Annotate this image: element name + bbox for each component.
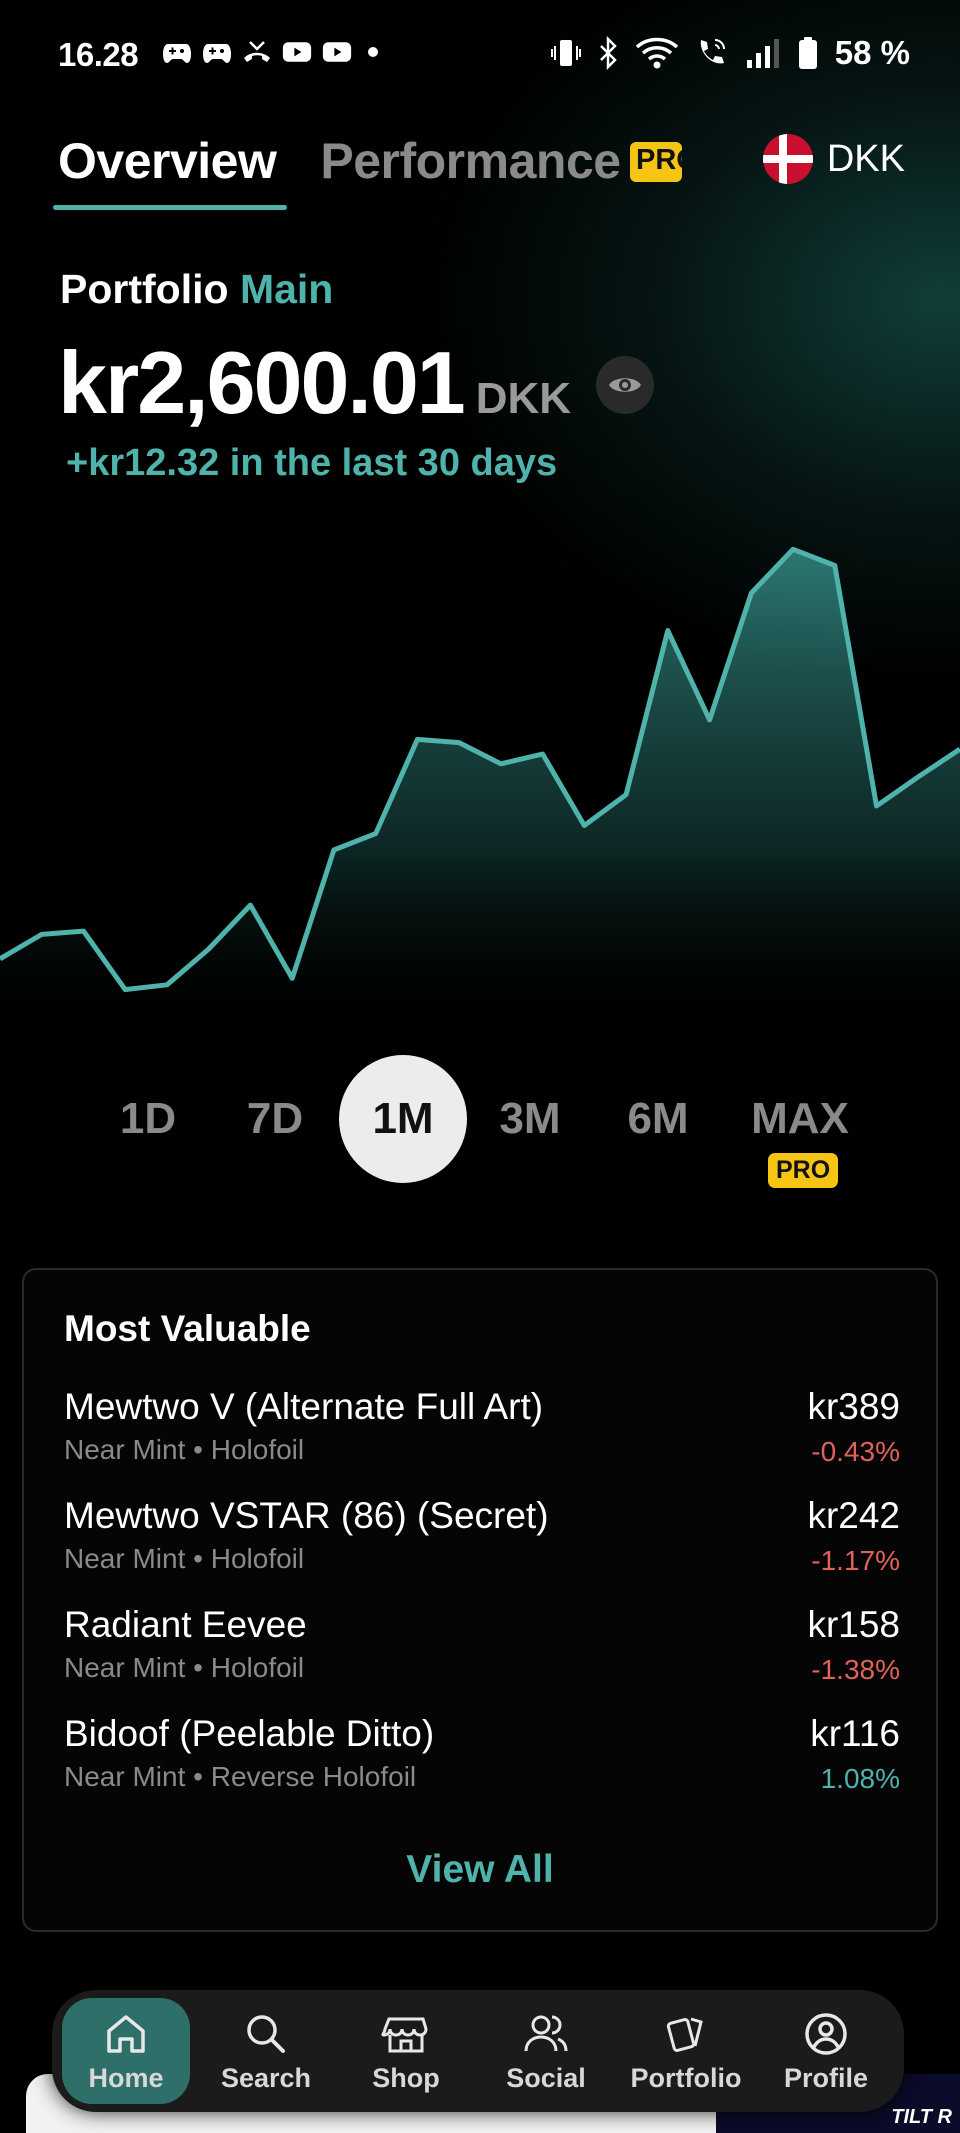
tab-overview[interactable]: Overview xyxy=(58,132,277,190)
status-bar: 16.28 58 % xyxy=(0,0,960,110)
item-condition: Near Mint • Holofoil xyxy=(64,1652,305,1683)
item-price: kr389 xyxy=(807,1386,900,1427)
battery-icon xyxy=(798,37,817,69)
item-name: Mewtwo VSTAR (86) (Secret) xyxy=(64,1495,549,1536)
nav-shop[interactable]: Shop xyxy=(342,1998,470,2104)
wifi-call-icon xyxy=(700,39,725,64)
item-name: Mewtwo V (Alternate Full Art) xyxy=(64,1386,544,1427)
item-price: kr242 xyxy=(807,1495,900,1536)
nav-social[interactable]: Social xyxy=(482,1998,610,2104)
view-all-link[interactable]: View All xyxy=(24,1848,936,1892)
signal-icon xyxy=(746,39,779,68)
store-icon xyxy=(381,2017,428,2052)
nav-label: Social xyxy=(506,2062,586,2093)
change-summary: +kr12.32 in the last 30 days xyxy=(66,442,558,484)
eye-icon xyxy=(609,378,641,392)
nav-home[interactable]: Home xyxy=(62,1998,190,2104)
range-7d-button[interactable]: 7D xyxy=(211,1055,339,1183)
item-condition: Near Mint • Reverse Holofoil xyxy=(64,1761,417,1792)
item-price: kr158 xyxy=(807,1604,900,1645)
currency-code: DKK xyxy=(826,137,905,180)
portfolio-name: Main xyxy=(239,266,334,312)
portfolio-chart[interactable] xyxy=(0,520,960,1040)
youtube-icon xyxy=(282,42,312,62)
portfolio-total: kr2,600.01 DKK xyxy=(58,332,571,434)
list-item[interactable]: Bidoof (Peelable Ditto) Near Mint • Reve… xyxy=(64,1713,900,1813)
nav-label: Portfolio xyxy=(630,2062,742,2093)
range-6m-button[interactable]: 6M xyxy=(594,1055,722,1183)
nav-label: Profile xyxy=(783,2062,869,2093)
gamepad-icon xyxy=(163,44,191,63)
active-tab-indicator xyxy=(53,205,287,210)
portfolio-title[interactable]: Portfolio Main xyxy=(60,266,333,313)
item-name: Radiant Eevee xyxy=(64,1604,307,1645)
missed-call-icon xyxy=(244,41,270,62)
toggle-visibility-button[interactable] xyxy=(596,356,654,414)
pro-badge: PRO xyxy=(630,142,682,182)
cards-icon xyxy=(666,2017,703,2052)
people-icon xyxy=(524,2015,568,2051)
total-unit: DKK xyxy=(475,374,572,423)
denmark-flag-icon xyxy=(762,134,813,184)
list-item[interactable]: Mewtwo VSTAR (86) (Secret) Near Mint • H… xyxy=(64,1495,900,1595)
ad-banner-text: TILT R xyxy=(891,2106,952,2128)
portfolio-label: Portfolio xyxy=(60,266,229,312)
item-change: 1.08% xyxy=(820,1763,900,1794)
nav-label: Shop xyxy=(372,2062,440,2093)
notification-icons xyxy=(162,38,378,66)
wifi-icon xyxy=(635,37,678,69)
system-icons: 58 % xyxy=(550,34,910,72)
most-valuable-card: Most Valuable Mewtwo V (Alternate Full A… xyxy=(22,1268,938,1932)
profile-icon xyxy=(805,2012,847,2055)
nav-profile[interactable]: Profile xyxy=(762,1998,890,2104)
currency-selector[interactable]: DKK xyxy=(762,134,905,184)
vibrate-icon xyxy=(550,40,581,66)
search-icon xyxy=(247,2014,285,2053)
nav-label: Search xyxy=(220,2062,312,2093)
item-name: Bidoof (Peelable Ditto) xyxy=(64,1713,435,1754)
card-title: Most Valuable xyxy=(64,1308,311,1349)
status-time: 16.28 xyxy=(58,36,139,73)
more-notifications-dot xyxy=(368,47,378,57)
list-item[interactable]: Mewtwo V (Alternate Full Art) Near Mint … xyxy=(64,1386,900,1486)
item-change: -1.17% xyxy=(811,1545,900,1576)
bottom-navigation: Home Search Shop Social Portfolio Profil… xyxy=(52,1990,904,2112)
max-pro-badge: PRO xyxy=(768,1153,839,1188)
home-icon xyxy=(107,2014,145,2053)
item-condition: Near Mint • Holofoil xyxy=(64,1434,305,1465)
item-change: -0.43% xyxy=(811,1436,900,1467)
item-price: kr116 xyxy=(810,1713,900,1754)
list-item[interactable]: Radiant Eevee Near Mint • Holofoil kr158… xyxy=(64,1604,900,1704)
battery-percent: 58 % xyxy=(834,34,910,71)
item-condition: Near Mint • Holofoil xyxy=(64,1543,305,1574)
youtube-icon xyxy=(322,42,352,62)
chart-area xyxy=(0,549,960,1040)
tab-performance[interactable]: Performance xyxy=(320,132,621,190)
total-value: kr2,600.01 xyxy=(58,333,466,432)
bluetooth-icon xyxy=(599,36,617,70)
nav-label: Home xyxy=(88,2062,164,2093)
nav-search[interactable]: Search xyxy=(202,1998,330,2104)
top-tabs: Overview Performance xyxy=(58,132,621,190)
range-1m-button[interactable]: 1M xyxy=(339,1055,467,1183)
nav-portfolio[interactable]: Portfolio xyxy=(622,1998,750,2104)
gamepad-icon xyxy=(203,44,231,63)
range-1d-button[interactable]: 1D xyxy=(84,1055,212,1183)
item-change: -1.38% xyxy=(811,1654,900,1685)
range-3m-button[interactable]: 3M xyxy=(466,1055,594,1183)
